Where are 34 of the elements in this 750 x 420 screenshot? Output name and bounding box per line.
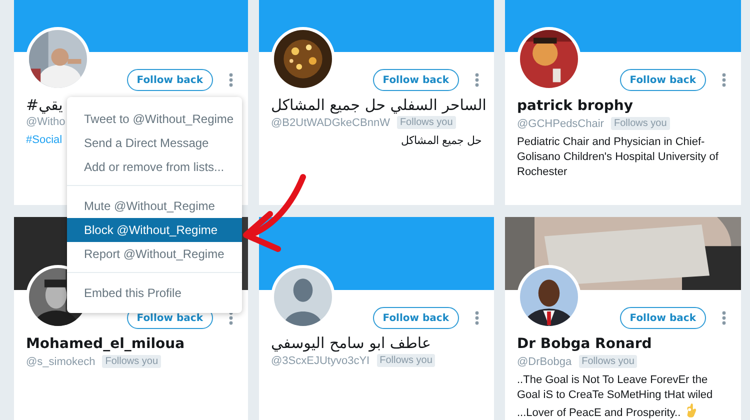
username: @GCHPedsChair [517, 118, 604, 130]
profile-name[interactable]: عاطف ابو سامح اليوسفي [271, 333, 431, 353]
follow-back-button[interactable]: Follow back [620, 69, 706, 91]
username: @B2UtWADGkeCBnnW [271, 116, 390, 128]
profile-name[interactable]: Dr Bobga Ronard [517, 336, 652, 352]
follow-back-button[interactable]: Follow back [620, 307, 706, 329]
username: @3ScxEJUtyvo3cYI [271, 354, 370, 366]
menu-item[interactable]: Add or remove from lists... [67, 155, 242, 179]
profile-name[interactable]: يقي# [26, 95, 63, 115]
more-icon[interactable] [721, 72, 727, 88]
follows-you-label: Follows you [376, 354, 436, 367]
username: @s_simokech [26, 356, 96, 368]
profile-name[interactable]: patrick brophy [517, 98, 634, 114]
profile-name[interactable]: الساحر السفلي حل جميع المشاكل [271, 95, 486, 115]
profile-bio: Pediatric Chair and Physician in Chief-Golisano Children's Hospital University of Rochester [517, 136, 718, 178]
more-icon[interactable] [474, 310, 480, 326]
menu-item[interactable]: Send a Direct Message [67, 131, 242, 155]
follows-you-label: Follows you [610, 117, 670, 130]
more-icon[interactable] [474, 72, 480, 88]
username: @Witho [26, 116, 66, 128]
profile-bio: حل جميع المشاكل [400, 135, 482, 147]
follow-back-button[interactable]: Follow back [372, 69, 459, 91]
profile-name[interactable]: Mohamed_el_miloua [26, 336, 185, 352]
more-icon[interactable] [721, 310, 727, 326]
profile-bio: ..The Goal is Not To Leave ForevEr the Goal iS to CreaTe SoMetHing tHat wiled ...Lover of PeacE and Prosperity.. [517, 374, 713, 419]
username: @DrBobga [517, 356, 572, 368]
follow-back-button[interactable]: Follow back [126, 69, 213, 91]
follows-you-label: Follows you [396, 116, 456, 129]
follow-back-button[interactable]: Follow back [372, 307, 459, 329]
follows-you-label: Follows you [578, 355, 638, 368]
follows-you-label: Follows you [102, 355, 162, 368]
hashtag-link[interactable]: #Social [26, 134, 62, 146]
menu-item[interactable]: Tweet to @Without_Regime [67, 107, 242, 131]
more-icon[interactable] [228, 72, 234, 88]
